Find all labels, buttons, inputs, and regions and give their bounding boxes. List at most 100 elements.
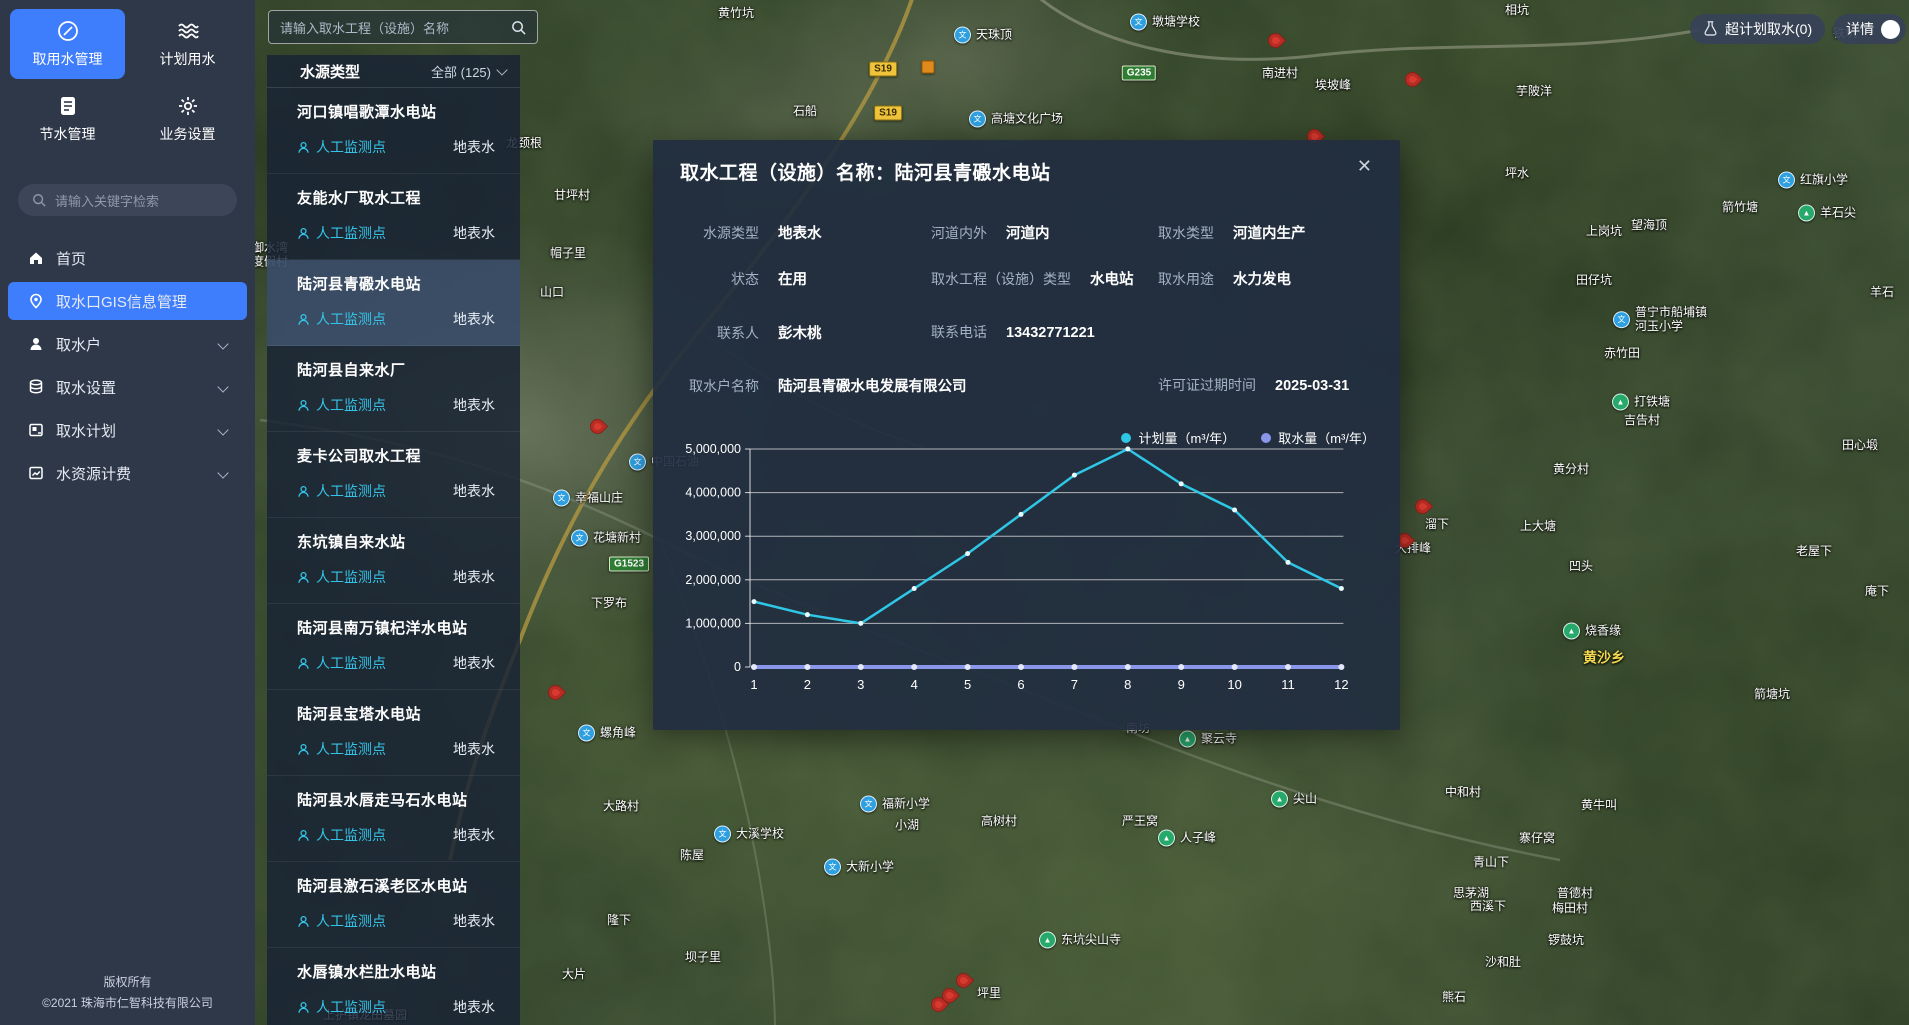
- red-map-pin[interactable]: [587, 416, 608, 437]
- station-list-item[interactable]: 友能水厂取水工程 人工监测点 地表水: [267, 174, 520, 260]
- red-map-pin[interactable]: [1265, 30, 1286, 51]
- station-list-item[interactable]: 陆河县自来水厂 人工监测点 地表水: [267, 346, 520, 432]
- field-value: 在用: [778, 268, 807, 289]
- app-tile-3[interactable]: 节水管理: [10, 84, 125, 154]
- map-poi-marker-blue[interactable]: 文大新小学: [824, 859, 894, 876]
- map-poi-marker-green[interactable]: ▲聚云寺: [1179, 731, 1237, 748]
- station-list-header: 水源类型 全部 (125): [267, 55, 520, 88]
- map-poi-marker-blue[interactable]: 文天珠顶: [954, 27, 1012, 44]
- map-place-label: 黄分村: [1553, 462, 1589, 476]
- app-tile-4[interactable]: 业务设置: [130, 84, 245, 154]
- red-map-pin[interactable]: [1402, 69, 1423, 90]
- map-poi-marker-green[interactable]: ▲烧香缘: [1563, 623, 1621, 640]
- school-icon: 文: [1778, 172, 1795, 189]
- station-search-input[interactable]: 请输入取水工程（设施）名称: [268, 10, 538, 44]
- field-value: 水力发电: [1233, 268, 1291, 289]
- map-poi-marker-green[interactable]: ▲东坑尖山寺: [1039, 932, 1121, 949]
- map-poi-marker-blue[interactable]: 文螺角峰: [578, 725, 636, 742]
- sidebar-item-3[interactable]: 取水户: [8, 325, 247, 363]
- map-poi-marker-blue[interactable]: 文幸福山庄: [553, 490, 623, 507]
- plan-icon: [28, 422, 44, 438]
- svg-text:3,000,000: 3,000,000: [685, 529, 741, 543]
- station-name: 东坑镇自来水站: [297, 531, 495, 552]
- map-place-label: 锣鼓坑: [1548, 933, 1584, 947]
- field-label: 联系电话: [931, 322, 987, 342]
- close-icon[interactable]: ✕: [1357, 157, 1372, 175]
- sidebar-item-2[interactable]: 取水口GIS信息管理: [8, 282, 247, 320]
- station-list-item[interactable]: 麦卡公司取水工程 人工监测点 地表水: [267, 432, 520, 518]
- svg-text:6: 6: [1017, 677, 1024, 692]
- map-poi-marker-green[interactable]: ▲打铁塘: [1612, 394, 1670, 411]
- map-poi-marker-blue[interactable]: 文普宁市船埔镇 河玉小学: [1613, 306, 1707, 334]
- svg-text:4: 4: [911, 677, 918, 692]
- station-list-item[interactable]: 陆河县宝塔水电站 人工监测点 地表水: [267, 690, 520, 776]
- station-list-item[interactable]: 陆河县激石溪老区水电站 人工监测点 地表水: [267, 862, 520, 948]
- field-value: 13432771221: [1006, 325, 1095, 341]
- school-icon: 文: [714, 826, 731, 843]
- station-list-item[interactable]: 陆河县水唇走马石水电站 人工监测点 地表水: [267, 776, 520, 862]
- over-plan-alert-button[interactable]: 超计划取水(0): [1690, 14, 1825, 44]
- map-poi-marker-blue[interactable]: 文墩塘学校: [1130, 14, 1200, 31]
- meter-icon: [57, 20, 79, 42]
- bill-icon: [28, 465, 44, 481]
- chevron-down-icon: [496, 64, 507, 75]
- water-source-type: 地表水: [453, 997, 495, 1017]
- field-value: 彭木桃: [778, 322, 822, 343]
- map-place-label: 熊石: [1442, 990, 1466, 1004]
- red-map-pin[interactable]: [1412, 496, 1433, 517]
- map-poi-marker-blue[interactable]: 文高塘文化广场: [969, 111, 1063, 128]
- sidebar-menu: 首页取水口GIS信息管理取水户取水设置取水计划水资源计费: [0, 234, 255, 497]
- app-tile-1[interactable]: 取用水管理: [10, 9, 125, 79]
- search-icon: [32, 193, 46, 207]
- sidebar-item-1[interactable]: 首页: [8, 239, 247, 277]
- svg-text:10: 10: [1227, 677, 1241, 692]
- field-label: 取水用途: [1158, 269, 1214, 289]
- map-poi-marker-green[interactable]: ▲羊石尖: [1798, 205, 1856, 222]
- sidebar-item-4[interactable]: 取水设置: [8, 368, 247, 406]
- map-place-label: 田心塅: [1842, 438, 1878, 452]
- map-poi-marker-blue[interactable]: 文大溪学校: [714, 826, 784, 843]
- gear-icon: [177, 95, 199, 117]
- map-place-label: 坪里: [977, 986, 1001, 1000]
- svg-text:11: 11: [1281, 677, 1295, 692]
- map-poi-marker-blue[interactable]: 文福新小学: [860, 796, 930, 813]
- map-place-label: 赤竹田: [1604, 346, 1640, 360]
- station-list-item[interactable]: 水唇镇水栏肚水电站 人工监测点 地表水: [267, 948, 520, 1025]
- monitor-type: 人工监测点: [297, 653, 386, 673]
- map-place-label: 上岗坑: [1586, 224, 1622, 238]
- poi-label: 烧香缘: [1585, 624, 1621, 638]
- monitor-type: 人工监测点: [297, 481, 386, 501]
- poi-label: 大新小学: [846, 860, 894, 874]
- app-tile-label: 计划用水: [160, 49, 216, 69]
- legend-dot: [1121, 433, 1131, 443]
- poi-label: 幸福山庄: [575, 491, 623, 505]
- field-value: 河道内生产: [1233, 222, 1306, 243]
- sidebar-item-5[interactable]: 取水计划: [8, 411, 247, 449]
- station-list-item[interactable]: 陆河县青磤水电站 人工监测点 地表水: [267, 260, 520, 346]
- app-tile-2[interactable]: 计划用水: [130, 9, 245, 79]
- toggle-knob[interactable]: [1881, 20, 1900, 39]
- map-poi-marker-green[interactable]: ▲尖山: [1271, 791, 1317, 808]
- map-place-label: 箭竹塘: [1722, 200, 1758, 214]
- monitor-type: 人工监测点: [297, 395, 386, 415]
- map-poi-marker-green[interactable]: ▲人子峰: [1158, 830, 1216, 847]
- sidebar-item-6[interactable]: 水资源计费: [8, 454, 247, 492]
- station-list-item[interactable]: 陆河县南万镇杞洋水电站 人工监测点 地表水: [267, 604, 520, 690]
- map-place-label: 大路村: [603, 799, 639, 813]
- detail-toggle[interactable]: 详情: [1833, 14, 1906, 44]
- monitor-type: 人工监测点: [297, 825, 386, 845]
- station-list-item[interactable]: 东坑镇自来水站 人工监测点 地表水: [267, 518, 520, 604]
- sidebar-search-input[interactable]: 请输入关键字检索: [18, 184, 237, 216]
- map-place-label: 小湖: [895, 818, 919, 832]
- station-name: 水唇镇水栏肚水电站: [297, 961, 495, 982]
- water-source-type: 地表水: [453, 739, 495, 759]
- school-icon: 文: [969, 111, 986, 128]
- map-poi-marker-blue[interactable]: 文红旗小学: [1778, 172, 1848, 189]
- station-list-item[interactable]: 河口镇唱歌潭水电站 人工监测点 地表水: [267, 88, 520, 174]
- red-map-pin[interactable]: [545, 682, 566, 703]
- map-poi-marker-blue[interactable]: 文花塘新村: [571, 530, 641, 547]
- source-type-dropdown[interactable]: 全部 (125): [431, 62, 506, 81]
- red-map-pin[interactable]: [953, 970, 974, 991]
- map-place-label: 下罗布: [591, 596, 627, 610]
- sidebar-item-label: 取水设置: [56, 377, 116, 398]
